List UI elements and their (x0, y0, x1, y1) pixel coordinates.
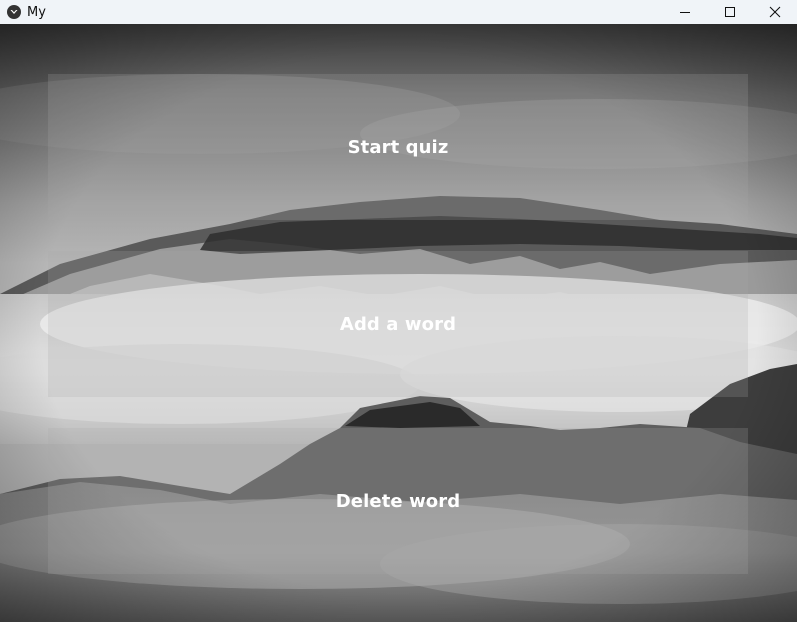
start-quiz-label: Start quiz (347, 136, 449, 158)
app-window: My Start quiz Add a word Delete word (0, 0, 797, 622)
delete-word-label: Delete word (335, 490, 461, 512)
add-word-label: Add a word (339, 313, 457, 335)
maximize-button[interactable] (707, 0, 752, 24)
maximize-icon (724, 7, 735, 17)
window-title: My (27, 4, 46, 20)
close-button[interactable] (752, 0, 797, 24)
window-controls (662, 0, 797, 24)
add-word-button[interactable]: Add a word (48, 251, 748, 397)
minimize-icon (679, 12, 690, 13)
minimize-button[interactable] (662, 0, 707, 24)
app-logo-icon (7, 5, 21, 19)
start-quiz-button[interactable]: Start quiz (48, 74, 748, 220)
delete-word-button[interactable]: Delete word (48, 428, 748, 574)
close-icon (769, 6, 780, 18)
title-bar[interactable]: My (0, 0, 797, 24)
